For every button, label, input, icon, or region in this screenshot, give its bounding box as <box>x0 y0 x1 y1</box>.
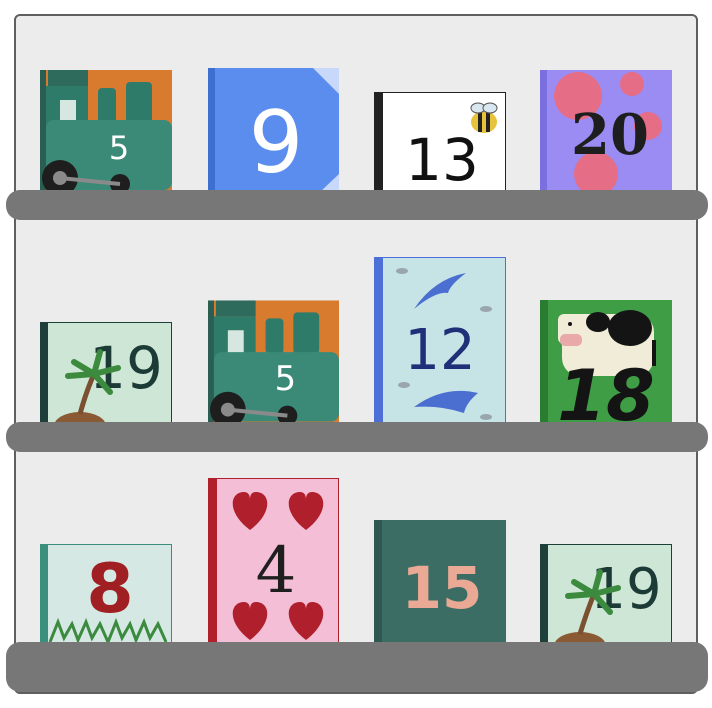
book-dolphins-12[interactable]: 12 <box>374 257 506 424</box>
book-9[interactable]: 9 <box>208 68 339 192</box>
book-number: 18 <box>557 355 654 424</box>
book-train-5[interactable]: 5 <box>208 300 339 424</box>
book-number: 4 <box>256 534 297 608</box>
palm-island-icon: 19 <box>540 544 672 644</box>
hearts-icon: 4 <box>208 478 339 644</box>
book-number: 9 <box>249 93 304 192</box>
book-cow-18[interactable]: 18 <box>540 300 672 424</box>
book-balloons-20[interactable]: 20 <box>540 70 672 192</box>
book-island-19[interactable]: 19 <box>540 544 672 644</box>
grass-icon: 8 <box>40 544 172 644</box>
dolphin-icon: 12 <box>374 257 506 424</box>
book-number: 13 <box>405 126 479 192</box>
cow-icon: 18 <box>540 300 672 424</box>
palm-island-icon: 19 <box>40 322 172 424</box>
train-icon: 5 <box>208 300 339 424</box>
shelf-2 <box>6 422 708 452</box>
train-icon: 5 <box>40 70 172 192</box>
shelf-3 <box>6 642 708 692</box>
book-number: 8 <box>86 550 133 629</box>
book-number: 5 <box>109 129 129 167</box>
book-number: 20 <box>571 102 649 168</box>
book-grass-8[interactable]: 8 <box>40 544 172 644</box>
book-number: 12 <box>404 318 475 383</box>
corner-fold-icon: 9 <box>208 68 339 192</box>
book-train-5[interactable]: 5 <box>40 70 172 192</box>
balloons-icon: 20 <box>540 70 672 192</box>
book-hearts-4[interactable]: 4 <box>208 478 339 644</box>
book-number: 15 <box>402 554 483 622</box>
bee-icon: 13 <box>374 92 506 192</box>
shelf-1 <box>6 190 708 220</box>
book-bee-13[interactable]: 13 <box>374 92 506 192</box>
book-15[interactable]: 15 <box>374 520 506 644</box>
plain-cover-icon: 15 <box>374 520 506 644</box>
book-island-19[interactable]: 19 <box>40 322 172 424</box>
book-number: 5 <box>275 359 296 398</box>
book-number: 19 <box>89 334 163 402</box>
